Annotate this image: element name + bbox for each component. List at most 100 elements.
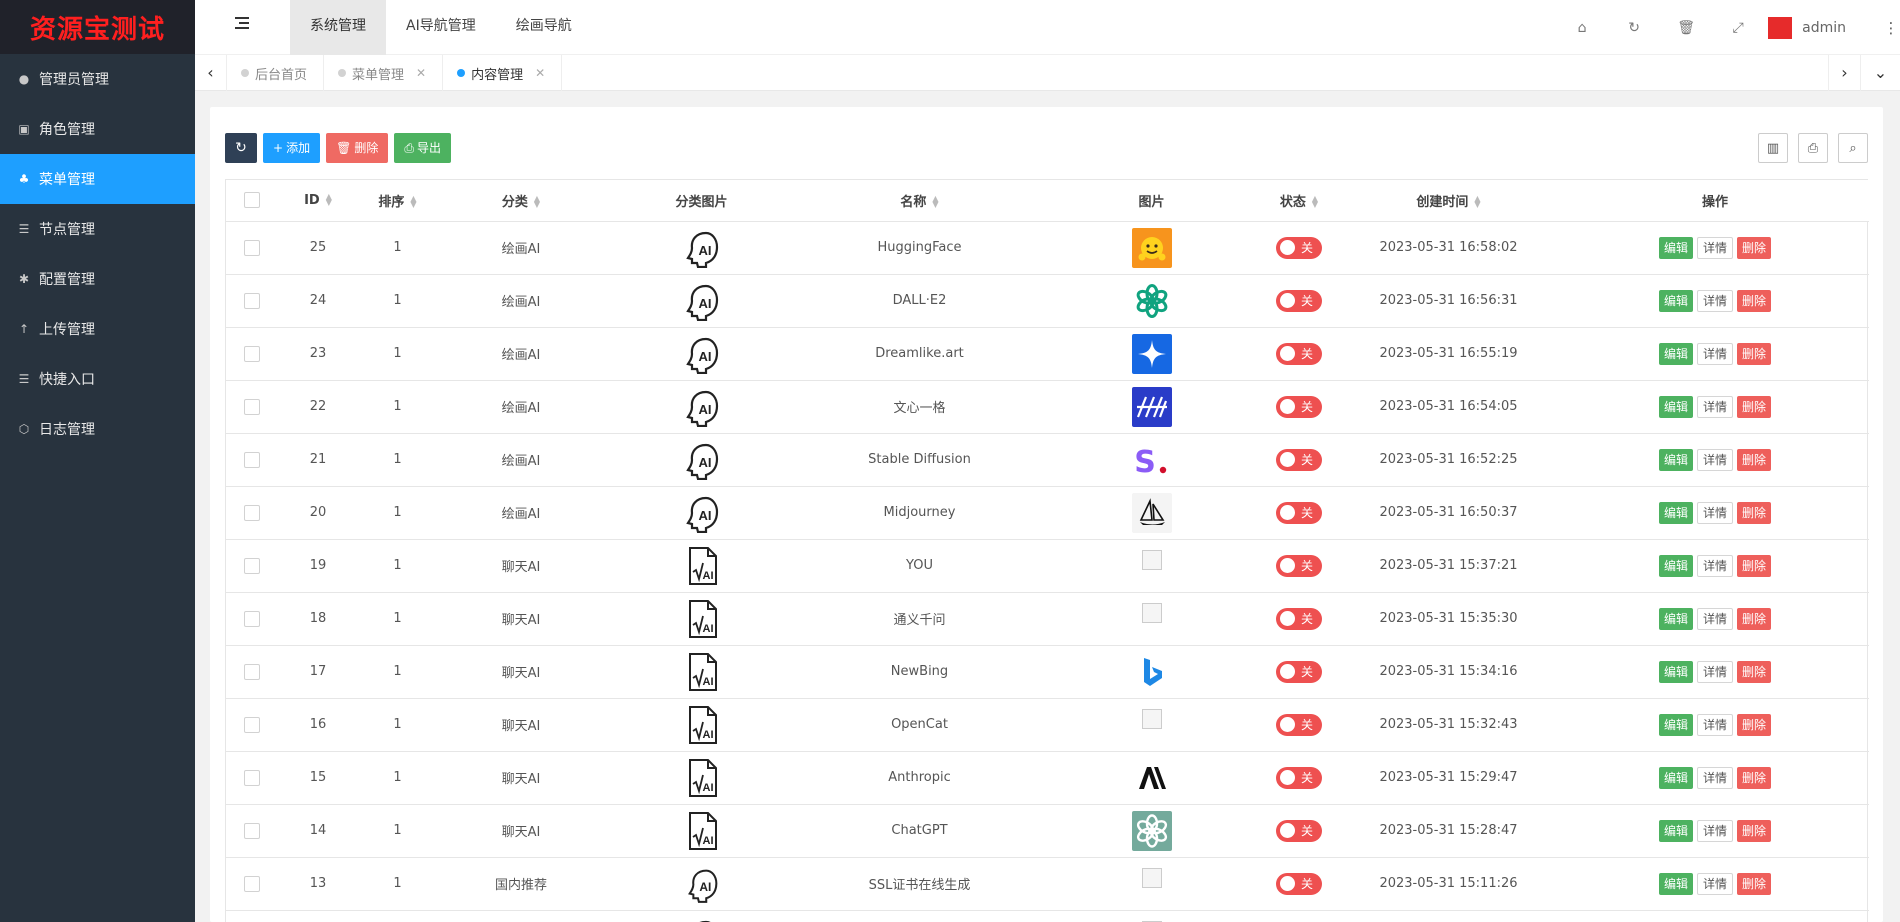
avatar[interactable] <box>1768 16 1793 39</box>
sidebar-item[interactable]: ↑ 上传管理 <box>0 304 195 354</box>
col-header-category[interactable]: 分类 ▲ ▼ <box>437 180 605 222</box>
status-toggle[interactable]: 关 <box>1276 607 1322 630</box>
sort-icon[interactable]: ▲ ▼ <box>1312 195 1318 209</box>
status-toggle[interactable]: 关 <box>1276 289 1322 312</box>
trash-icon[interactable]: 🗑 <box>1660 20 1712 36</box>
delete-row-button[interactable]: 删除 <box>1737 236 1772 259</box>
detail-button[interactable]: 详情 <box>1696 819 1733 842</box>
table-row[interactable]: 24 1 绘画AI AI DALL·E2 关 2023-05-31 16:56:… <box>226 274 1869 328</box>
detail-button[interactable]: 详情 <box>1696 236 1733 259</box>
status-toggle[interactable]: 关 <box>1276 395 1322 418</box>
sidebar-item[interactable]: ● 管理员管理 <box>0 54 195 104</box>
username[interactable]: admin <box>1802 20 1846 36</box>
row-checkbox[interactable] <box>244 610 260 627</box>
tabs-menu-chevron-down-icon[interactable]: ⌄ <box>1860 55 1900 91</box>
print-icon[interactable]: ⎙ <box>1798 133 1828 163</box>
status-toggle[interactable]: 关 <box>1276 872 1322 895</box>
row-checkbox[interactable] <box>244 451 260 468</box>
edit-button[interactable]: 编辑 <box>1658 819 1693 842</box>
row-checkbox[interactable] <box>244 875 260 892</box>
delete-row-button[interactable]: 删除 <box>1737 342 1772 365</box>
detail-button[interactable]: 详情 <box>1696 607 1733 630</box>
page-tab[interactable]: 菜单管理 ✕ <box>324 55 444 91</box>
sidebar-item[interactable]: ▣ 角色管理 <box>0 104 195 154</box>
col-header-id[interactable]: ID ▲ ▼ <box>278 180 358 222</box>
table-row[interactable]: 21 1 绘画AI AI Stable Diffusion S 关 2023-0… <box>226 433 1869 487</box>
row-checkbox[interactable] <box>244 292 260 309</box>
table-row[interactable]: AI <box>226 910 1869 922</box>
close-icon[interactable]: ✕ <box>535 66 545 80</box>
edit-button[interactable]: 编辑 <box>1658 607 1693 630</box>
row-checkbox[interactable] <box>244 663 260 680</box>
status-toggle[interactable]: 关 <box>1276 236 1322 259</box>
detail-button[interactable]: 详情 <box>1696 448 1733 471</box>
delete-row-button[interactable]: 删除 <box>1737 554 1772 577</box>
row-checkbox[interactable] <box>244 822 260 839</box>
sort-icon[interactable]: ▲ ▼ <box>1474 195 1480 209</box>
row-checkbox[interactable] <box>244 239 260 256</box>
table-row[interactable]: 18 1 聊天AI AI 通义千问 关 2023-05-31 15:35:30 … <box>226 592 1869 646</box>
top-tab[interactable]: 系统管理 <box>290 0 386 55</box>
edit-button[interactable]: 编辑 <box>1658 554 1693 577</box>
sort-icon[interactable]: ▲ ▼ <box>326 193 332 207</box>
col-header-status[interactable]: 状态 ▲ ▼ <box>1262 180 1336 222</box>
col-header-name[interactable]: 名称 ▲ ▼ <box>798 180 1041 222</box>
edit-button[interactable]: 编辑 <box>1658 501 1693 524</box>
edit-button[interactable]: 编辑 <box>1658 236 1693 259</box>
edit-button[interactable]: 编辑 <box>1658 395 1693 418</box>
row-checkbox[interactable] <box>244 769 260 786</box>
edit-button[interactable]: 编辑 <box>1658 766 1693 789</box>
sort-icon[interactable]: ▲ ▼ <box>534 195 540 209</box>
row-checkbox[interactable] <box>244 345 260 362</box>
detail-button[interactable]: 详情 <box>1696 660 1733 683</box>
delete-row-button[interactable]: 删除 <box>1737 501 1772 524</box>
sidebar-item[interactable]: ☰ 快捷入口 <box>0 354 195 404</box>
row-checkbox[interactable] <box>244 557 260 574</box>
detail-button[interactable]: 详情 <box>1696 872 1733 895</box>
edit-button[interactable]: 编辑 <box>1658 342 1693 365</box>
detail-button[interactable]: 详情 <box>1696 289 1733 312</box>
delete-row-button[interactable]: 删除 <box>1737 766 1772 789</box>
detail-button[interactable]: 详情 <box>1696 395 1733 418</box>
detail-button[interactable]: 详情 <box>1696 342 1733 365</box>
fullscreen-icon[interactable]: ⤢ <box>1712 20 1764 36</box>
detail-button[interactable]: 详情 <box>1696 713 1733 736</box>
status-toggle[interactable]: 关 <box>1276 819 1322 842</box>
columns-filter-icon[interactable]: ▥ <box>1758 133 1788 163</box>
delete-row-button[interactable]: 删除 <box>1737 395 1772 418</box>
table-row[interactable]: 15 1 聊天AI AI Anthropic 关 2023-05-31 15:2… <box>226 751 1869 805</box>
col-header-sort[interactable]: 排序 ▲ ▼ <box>358 180 437 222</box>
edit-button[interactable]: 编辑 <box>1658 448 1693 471</box>
status-toggle[interactable]: 关 <box>1276 713 1322 736</box>
delete-row-button[interactable]: 删除 <box>1737 660 1772 683</box>
sidebar-item[interactable]: ⬡ 日志管理 <box>0 404 195 454</box>
status-toggle[interactable]: 关 <box>1276 501 1322 524</box>
sidebar-item[interactable]: ✱ 配置管理 <box>0 254 195 304</box>
table-row[interactable]: 23 1 绘画AI AI Dreamlike.art 关 2023-05-31 … <box>226 327 1869 381</box>
table-row[interactable]: 14 1 聊天AI AI ChatGPT 关 2023-05-31 15:28:… <box>226 804 1869 858</box>
status-toggle[interactable]: 关 <box>1276 660 1322 683</box>
delete-row-button[interactable]: 删除 <box>1737 819 1772 842</box>
detail-button[interactable]: 详情 <box>1696 554 1733 577</box>
row-checkbox[interactable] <box>244 504 260 521</box>
logo[interactable]: 资源宝测试 <box>0 0 195 54</box>
page-tab[interactable]: 内容管理 ✕ <box>443 55 563 91</box>
home-icon[interactable]: ⌂ <box>1556 20 1608 36</box>
table-row[interactable]: 19 1 聊天AI AI YOU 关 2023-05-31 15:37:21 编… <box>226 539 1869 593</box>
edit-button[interactable]: 编辑 <box>1658 872 1693 895</box>
delete-row-button[interactable]: 删除 <box>1737 448 1772 471</box>
table-row[interactable]: 13 1 国内推荐 AI SSL证书在线生成 关 2023-05-31 15:1… <box>226 857 1869 911</box>
sort-icon[interactable]: ▲ ▼ <box>410 195 416 209</box>
table-row[interactable]: 25 1 绘画AI AI HuggingFace 关 2023-05-31 16… <box>226 221 1869 275</box>
delete-button[interactable]: 🗑 删除 <box>326 133 389 163</box>
row-checkbox[interactable] <box>244 398 260 415</box>
edit-button[interactable]: 编辑 <box>1658 713 1693 736</box>
table-row[interactable]: 17 1 聊天AI AI NewBing 关 2023-05-31 15:34:… <box>226 645 1869 699</box>
detail-button[interactable]: 详情 <box>1696 501 1733 524</box>
status-toggle[interactable]: 关 <box>1276 448 1322 471</box>
delete-row-button[interactable]: 删除 <box>1737 872 1772 895</box>
delete-row-button[interactable]: 删除 <box>1737 713 1772 736</box>
table-row[interactable]: 20 1 绘画AI AI Midjourney 关 2023-05-31 16:… <box>226 486 1869 540</box>
search-icon[interactable]: ⌕ <box>1838 133 1868 163</box>
table-row[interactable]: 22 1 绘画AI AI 文心一格 关 2023-05-31 16:54:05 … <box>226 380 1869 434</box>
